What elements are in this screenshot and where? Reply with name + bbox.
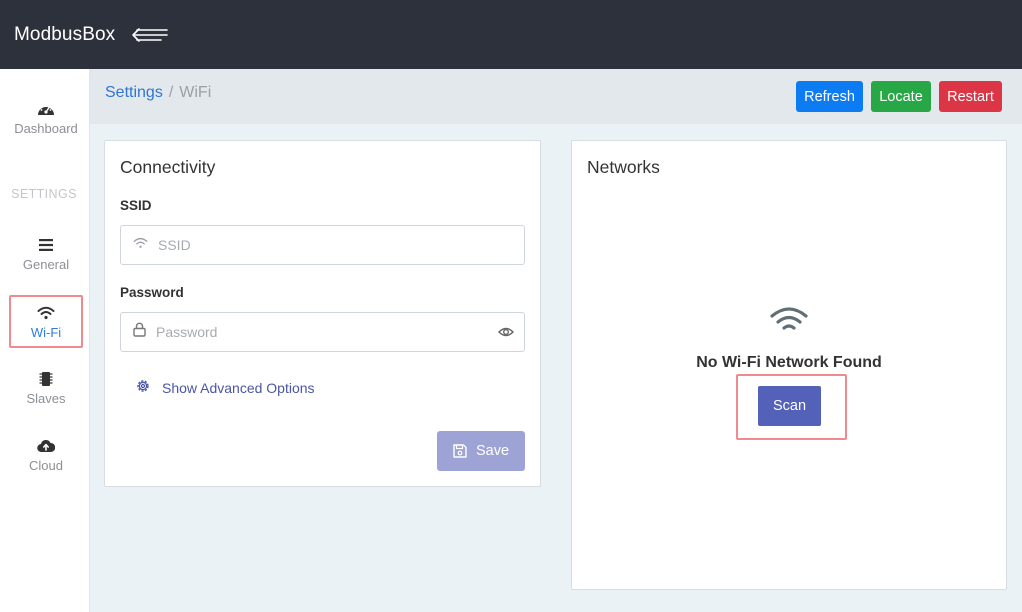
wifi-icon <box>770 306 808 339</box>
networks-card: Networks No Wi-Fi Network Found Scan <box>571 140 1007 590</box>
lock-icon <box>133 322 146 342</box>
advanced-options-label: Show Advanced Options <box>162 379 315 396</box>
sidebar-section-heading: SETTINGS <box>11 187 77 201</box>
breadcrumb-current: WiFi <box>179 84 212 101</box>
connectivity-card: Connectivity SSID SSID Password Password <box>104 140 541 487</box>
breadcrumb-separator: / <box>168 84 174 101</box>
scan-highlight: Scan <box>736 374 847 440</box>
dashboard-icon <box>37 100 55 118</box>
sidebar-item-general[interactable]: General <box>9 236 83 272</box>
sidebar-item-label: Slaves <box>26 391 66 406</box>
sidebar-item-label: General <box>22 257 70 272</box>
menu-toggle-icon[interactable] <box>131 25 169 45</box>
networks-title: Networks <box>587 157 660 177</box>
ssid-input[interactable]: SSID <box>120 225 525 265</box>
scan-button[interactable]: Scan <box>758 386 821 426</box>
connectivity-title: Connectivity <box>120 157 216 177</box>
sidebar-item-slaves[interactable]: Slaves <box>9 370 83 406</box>
locate-button[interactable]: Locate <box>871 81 931 112</box>
ssid-label: SSID <box>120 198 152 213</box>
breadcrumb-settings-link[interactable]: Settings <box>105 84 163 101</box>
wifi-icon <box>37 304 55 322</box>
sidebar-item-label: Dashboard <box>14 121 78 136</box>
restart-button[interactable]: Restart <box>939 81 1002 112</box>
refresh-button[interactable]: Refresh <box>796 81 863 112</box>
sidebar-item-label: Cloud <box>29 458 63 473</box>
password-placeholder: Password <box>156 324 218 340</box>
save-label: Save <box>475 443 510 459</box>
password-label: Password <box>120 285 184 300</box>
sidebar-item-dashboard[interactable]: Dashboard <box>9 100 83 136</box>
cloud-upload-icon <box>37 437 55 455</box>
breadcrumb-bar: Settings / WiFi Refresh Locate Restart <box>90 69 1022 124</box>
top-bar: ModbusBox <box>0 0 1022 69</box>
eye-icon[interactable] <box>498 324 514 345</box>
app-title: ModbusBox <box>14 23 116 45</box>
gear-icon <box>135 378 151 397</box>
sidebar-item-cloud[interactable]: Cloud <box>9 437 83 473</box>
show-advanced-options-link[interactable]: Show Advanced Options <box>135 378 315 397</box>
floppy-disk-icon <box>453 444 467 458</box>
sidebar-item-wifi[interactable]: Wi-Fi <box>9 295 83 348</box>
no-network-message: No Wi-Fi Network Found <box>696 354 882 371</box>
sidebar: Dashboard SETTINGS General Wi-Fi Slaves … <box>0 69 90 612</box>
wifi-icon <box>133 236 148 254</box>
sidebar-item-label: Wi-Fi <box>30 324 62 340</box>
ssid-placeholder: SSID <box>158 237 191 253</box>
bars-icon <box>39 236 53 254</box>
chip-icon <box>39 370 53 388</box>
save-button[interactable]: Save <box>437 431 525 471</box>
breadcrumb: Settings / WiFi <box>105 84 211 102</box>
password-input[interactable]: Password <box>120 312 525 352</box>
